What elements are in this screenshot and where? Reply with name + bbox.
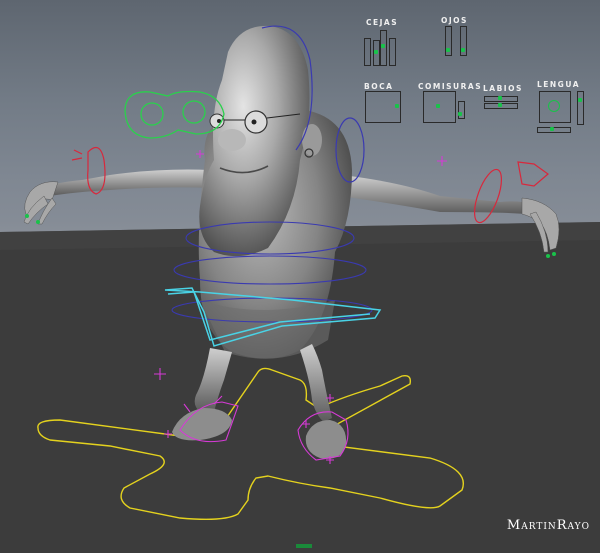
view-cube-marker — [296, 544, 312, 548]
lengua-slider-v[interactable] — [577, 91, 584, 125]
right-leg — [300, 344, 332, 422]
nose — [218, 129, 246, 151]
character-rig[interactable] — [0, 0, 600, 553]
label-cejas: CEJAS — [366, 18, 399, 27]
cejas-slider-1[interactable] — [364, 38, 371, 66]
left-arm — [48, 169, 212, 196]
cejas-slider-3[interactable] — [380, 30, 387, 66]
left-foot — [172, 408, 232, 441]
right-wrist-control — [473, 168, 503, 224]
cejas-slider-4[interactable] — [389, 38, 396, 66]
left-leg — [194, 348, 232, 412]
right-elbow-control — [517, 161, 549, 187]
right-foot — [305, 420, 347, 459]
lengua-slider-h[interactable] — [537, 127, 571, 133]
left-hand — [23, 181, 59, 225]
label-ojos: OJOS — [441, 16, 468, 25]
eye-aim-control — [124, 90, 225, 139]
label-comisuras: COMISURAS — [418, 82, 483, 91]
world-control-curve — [37, 367, 464, 521]
label-labios: LABIOS — [483, 84, 523, 93]
watermark: MartinRayo — [506, 518, 590, 533]
label-boca: BOCA — [364, 82, 394, 91]
label-lengua: LENGUA — [537, 80, 580, 89]
maya-viewport[interactable]: CEJAS OJOS BOCA COMISURAS LABIOS LENGUA — [0, 0, 600, 553]
comisuras-slider[interactable] — [458, 101, 465, 119]
right-hand — [521, 197, 560, 253]
